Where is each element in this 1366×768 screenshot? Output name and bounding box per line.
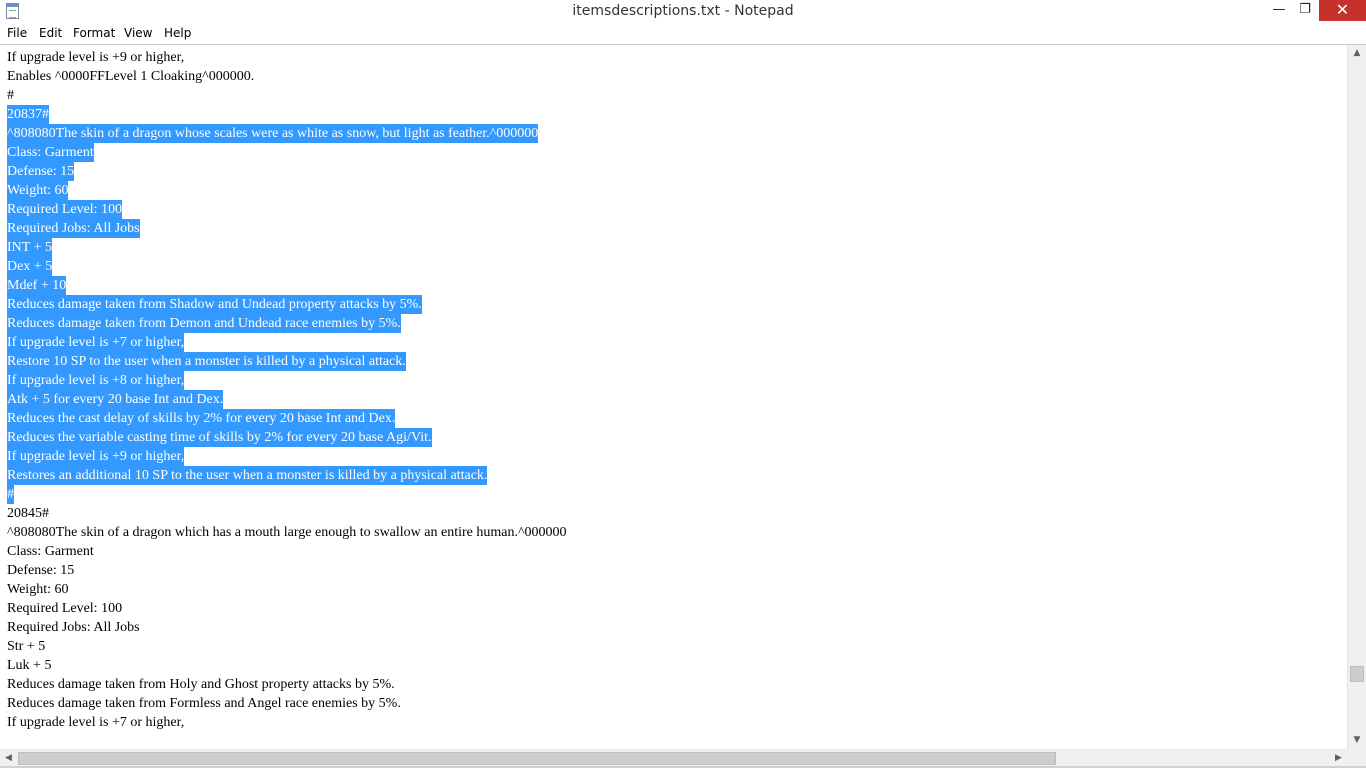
text-line-content: Enables ^0000FFLevel 1 Cloaking^000000. (7, 69, 255, 84)
vertical-scrollbar[interactable]: ▲ ▼ (1347, 45, 1366, 749)
text-line[interactable]: Class: Garment (7, 143, 1337, 162)
text-line[interactable]: INT + 5 (7, 238, 1337, 257)
text-line[interactable]: Weight: 60 (7, 181, 1337, 200)
menu-view[interactable]: View (124, 26, 152, 40)
text-line[interactable]: Required Jobs: All Jobs (7, 219, 1337, 238)
text-line[interactable]: Reduces damage taken from Formless and A… (7, 694, 1337, 713)
minimize-button[interactable]: — (1266, 0, 1292, 21)
text-editor[interactable]: If upgrade level is +9 or higher, Enables… (0, 44, 1366, 768)
text-line-content: If upgrade level is +7 or higher, (7, 715, 185, 730)
text-line-content: If upgrade level is +8 or higher, (7, 371, 185, 390)
text-line-content: 20837# (7, 105, 49, 124)
text-line[interactable]: Atk + 5 for every 20 base Int and Dex. (7, 390, 1337, 409)
text-line[interactable]: If upgrade level is +9 or higher, (7, 447, 1337, 466)
text-line[interactable]: # (7, 86, 1337, 105)
text-line[interactable]: If upgrade level is +9 or higher, (7, 48, 1337, 67)
text-line[interactable]: Reduces damage taken from Demon and Unde… (7, 314, 1337, 333)
text-line[interactable]: Str + 5 (7, 637, 1337, 656)
text-line-content: Weight: 60 (7, 582, 69, 597)
text-line-content: Required Jobs: All Jobs (7, 620, 140, 635)
menu-format[interactable]: Format (73, 26, 115, 40)
menu-bar: File Edit Format View Help (0, 23, 1366, 43)
text-line-content: ^808080The skin of a dragon whose scales… (7, 124, 539, 143)
text-line-content: Dex + 5 (7, 257, 53, 276)
horizontal-scrollbar[interactable]: ◀ ▶ (0, 749, 1347, 766)
text-line[interactable]: Required Level: 100 (7, 200, 1337, 219)
text-line[interactable]: Reduces damage taken from Shadow and Und… (7, 295, 1337, 314)
text-line[interactable]: Class: Garment (7, 542, 1337, 561)
title-bar: itemsdescriptions.txt - Notepad — ❐ ✕ (0, 0, 1366, 23)
scroll-right-arrow-icon[interactable]: ▶ (1330, 750, 1347, 767)
text-line-content: Str + 5 (7, 639, 46, 654)
menu-file[interactable]: File (7, 26, 27, 40)
text-line-content: INT + 5 (7, 238, 52, 257)
text-line[interactable]: Required Jobs: All Jobs (7, 618, 1337, 637)
text-line[interactable]: ^808080The skin of a dragon whose scales… (7, 124, 1337, 143)
text-line-content: Mdef + 10 (7, 276, 67, 295)
text-line-content: Reduces damage taken from Demon and Unde… (7, 314, 401, 333)
text-line[interactable]: 20837# (7, 105, 1337, 124)
text-line-content: 20845# (7, 506, 49, 521)
text-line-content: Atk + 5 for every 20 base Int and Dex. (7, 390, 224, 409)
text-line[interactable]: Reduces damage taken from Holy and Ghost… (7, 675, 1337, 694)
text-line-content: Class: Garment (7, 544, 94, 559)
text-line[interactable]: If upgrade level is +7 or higher, (7, 333, 1337, 352)
vertical-scroll-thumb[interactable] (1350, 666, 1364, 682)
window-title: itemsdescriptions.txt - Notepad (572, 3, 794, 19)
text-line[interactable]: If upgrade level is +8 or higher, (7, 371, 1337, 390)
text-line[interactable]: Reduces the cast delay of skills by 2% f… (7, 409, 1337, 428)
text-line[interactable]: Luk + 5 (7, 656, 1337, 675)
text-line-content: Required Level: 100 (7, 601, 123, 616)
text-line[interactable]: Weight: 60 (7, 580, 1337, 599)
menu-help[interactable]: Help (164, 26, 191, 40)
text-line-content: Reduces the variable casting time of ski… (7, 428, 432, 447)
text-line-content: Class: Garment (7, 143, 94, 162)
scroll-left-arrow-icon[interactable]: ◀ (0, 750, 17, 767)
text-line[interactable]: Restore 10 SP to the user when a monster… (7, 352, 1337, 371)
text-line-content: Defense: 15 (7, 563, 75, 578)
restore-button[interactable]: ❐ (1292, 0, 1318, 21)
text-line-content: # (7, 88, 14, 103)
text-line[interactable]: Restores an additional 10 SP to the user… (7, 466, 1337, 485)
text-line-content: If upgrade level is +7 or higher, (7, 333, 185, 352)
text-line-content: Luk + 5 (7, 658, 52, 673)
text-line-content: Defense: 15 (7, 162, 75, 181)
text-line-content: # (7, 485, 14, 504)
text-line[interactable]: Enables ^0000FFLevel 1 Cloaking^000000. (7, 67, 1337, 86)
text-line-content: Reduces damage taken from Formless and A… (7, 696, 401, 711)
text-line[interactable]: Defense: 15 (7, 162, 1337, 181)
text-line[interactable]: Dex + 5 (7, 257, 1337, 276)
text-line-content: Restore 10 SP to the user when a monster… (7, 352, 406, 371)
text-line-content: Reduces damage taken from Shadow and Und… (7, 295, 422, 314)
close-button[interactable]: ✕ (1319, 0, 1366, 21)
scroll-down-arrow-icon[interactable]: ▼ (1348, 732, 1366, 749)
text-line[interactable]: Required Level: 100 (7, 599, 1337, 618)
text-line-content: ^808080The skin of a dragon which has a … (7, 525, 567, 540)
text-line[interactable]: Defense: 15 (7, 561, 1337, 580)
text-line-content: Required Level: 100 (7, 200, 123, 219)
text-line-content: If upgrade level is +9 or higher, (7, 447, 185, 466)
text-line-content: If upgrade level is +9 or higher, (7, 50, 185, 65)
text-line-content: Reduces damage taken from Holy and Ghost… (7, 677, 395, 692)
menu-edit[interactable]: Edit (39, 26, 62, 40)
text-line[interactable]: # (7, 485, 1337, 504)
text-line-content: Restores an additional 10 SP to the user… (7, 466, 488, 485)
text-line-content: Weight: 60 (7, 181, 69, 200)
text-line[interactable]: If upgrade level is +7 or higher, (7, 713, 1337, 732)
text-content[interactable]: If upgrade level is +9 or higher, Enables… (7, 48, 1337, 748)
text-line-content: Required Jobs: All Jobs (7, 219, 140, 238)
text-line[interactable]: Mdef + 10 (7, 276, 1337, 295)
text-line[interactable]: 20845# (7, 504, 1337, 523)
scroll-up-arrow-icon[interactable]: ▲ (1348, 45, 1366, 62)
text-line-content: Reduces the cast delay of skills by 2% f… (7, 409, 396, 428)
text-line[interactable]: ^808080The skin of a dragon which has a … (7, 523, 1337, 542)
horizontal-scroll-thumb[interactable] (18, 752, 1056, 765)
text-line[interactable]: Reduces the variable casting time of ski… (7, 428, 1337, 447)
